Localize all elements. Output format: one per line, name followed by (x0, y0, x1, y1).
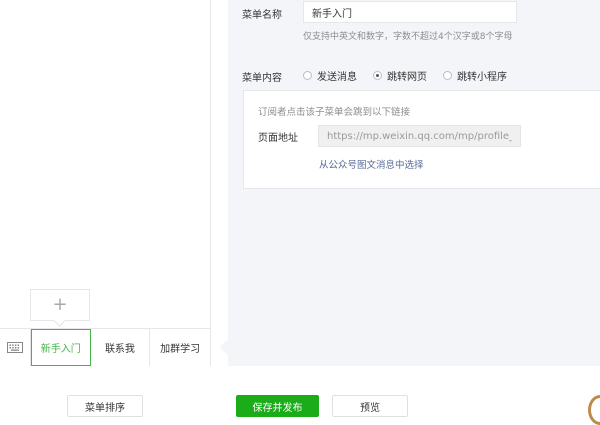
add-submenu-arrow (53, 314, 66, 327)
radio-jump-miniprogram[interactable]: 跳转小程序 (443, 68, 507, 83)
radio-circle (373, 71, 382, 80)
save-publish-button[interactable]: 保存并发布 (236, 395, 319, 417)
plus-icon: + (52, 294, 68, 315)
menu-name-hint: 仅支持中英文和数字，字数不超过4个汉字或8个字母 (303, 32, 513, 42)
preview-button[interactable]: 预览 (332, 395, 408, 417)
radio-circle (443, 71, 452, 80)
link-config-box: 订阅者点击该子菜单会跳到以下链接 页面地址 从公众号图文消息中选择 (243, 90, 600, 189)
radio-send-message[interactable]: 发送消息 (303, 68, 357, 83)
menu-content-options: 发送消息 跳转网页 跳转小程序 (303, 68, 507, 83)
menu-content-label: 菜单内容 (242, 73, 282, 84)
menu-sort-button[interactable]: 菜单排序 (67, 395, 143, 417)
menu-name-label: 菜单名称 (242, 10, 282, 21)
menu-name-input[interactable] (303, 1, 517, 23)
page-url-label: 页面地址 (258, 133, 298, 144)
keyboard-toggle[interactable] (0, 329, 31, 366)
menu-item-xinshou[interactable]: 新手入门 (30, 329, 91, 366)
radio-label: 发送消息 (317, 72, 357, 83)
page-url-input[interactable] (318, 125, 521, 147)
phone-preview: + 新手入门 联系我 加群学习 (0, 0, 211, 366)
radio-jump-webpage[interactable]: 跳转网页 (373, 68, 427, 83)
pick-from-articles-link[interactable]: 从公众号图文消息中选择 (319, 157, 424, 171)
editor-pointer (219, 339, 235, 355)
menu-editor-panel: 菜单名称 仅支持中英文和数字，字数不超过4个汉字或8个字母 菜单内容 发送消息 … (219, 0, 600, 366)
menu-item-lianxi[interactable]: 联系我 (91, 329, 151, 366)
link-config-hint: 订阅者点击该子菜单会跳到以下链接 (258, 107, 411, 118)
menu-bar: 新手入门 联系我 加群学习 (0, 328, 210, 366)
keyboard-icon (6, 342, 23, 353)
radio-label: 跳转小程序 (457, 72, 507, 83)
help-float-icon[interactable] (588, 395, 600, 425)
add-submenu-button[interactable]: + (30, 289, 90, 327)
radio-circle (303, 71, 312, 80)
menu-item-jiaqun[interactable]: 加群学习 (150, 329, 210, 366)
radio-label: 跳转网页 (387, 72, 427, 83)
